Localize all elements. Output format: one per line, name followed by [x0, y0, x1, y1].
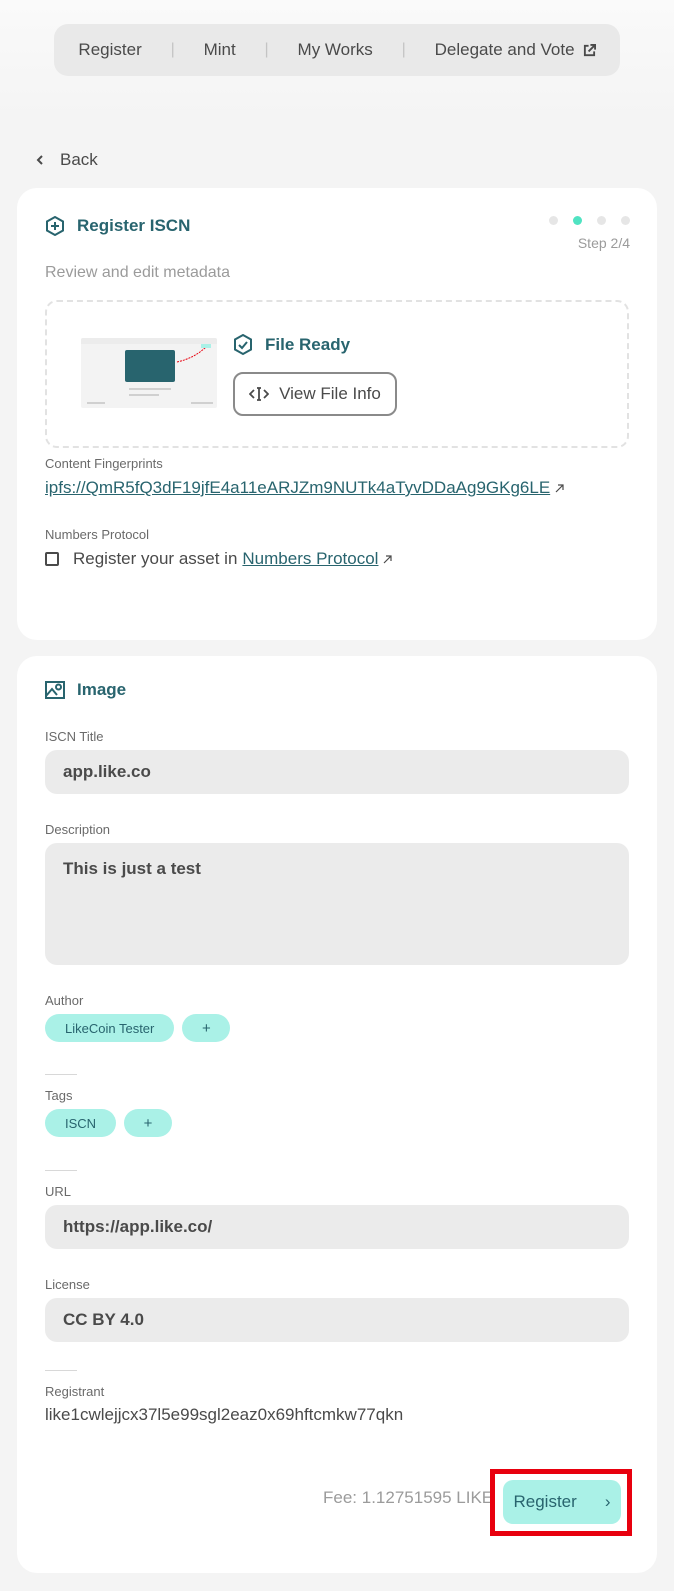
license-label: License — [45, 1277, 90, 1292]
step-dot — [597, 216, 606, 225]
image-header: Image — [45, 680, 126, 700]
tag-chip[interactable]: ISCN — [45, 1109, 117, 1137]
url-label: URL — [45, 1184, 72, 1199]
back-link[interactable]: Back — [36, 150, 98, 170]
description-label: Description — [45, 822, 111, 837]
step-dot-active — [573, 216, 582, 225]
nav-register[interactable]: Register — [78, 40, 141, 60]
url-input[interactable]: https://app.like.co/ — [45, 1205, 629, 1249]
view-file-info-button[interactable]: View File Info — [233, 372, 397, 416]
fee-text: Fee: 1.12751595 LIKE — [323, 1488, 494, 1507]
file-ready-status: File Ready — [233, 334, 350, 356]
nav-delegate-and-vote[interactable]: Delegate and Vote — [435, 40, 596, 60]
license-input[interactable]: CC BY 4.0 — [45, 1298, 629, 1342]
divider — [45, 1074, 77, 1075]
numbers-protocol-text-group: Register your asset in Numbers Protocol — [73, 549, 393, 569]
register-button-label: Register — [513, 1492, 577, 1511]
register-iscn-title: Register ISCN — [77, 216, 191, 235]
add-tag-button[interactable]: + — [124, 1109, 173, 1137]
back-label: Back — [60, 150, 98, 169]
view-file-info-label: View File Info — [279, 384, 381, 403]
author-chip[interactable]: LikeCoin Tester — [45, 1014, 175, 1042]
file-dropzone: File Ready View File Info — [45, 300, 629, 448]
file-ready-label: File Ready — [265, 335, 351, 354]
code-icon — [249, 387, 270, 401]
author-chips: LikeCoin Tester + — [45, 1014, 231, 1042]
page-subtitle: Review and edit metadata — [45, 264, 230, 281]
register-iscn-card: Register ISCN Step 2/4 Review and edit m… — [17, 188, 657, 640]
step-dot — [549, 216, 558, 225]
iscn-title-label: ISCN Title — [45, 729, 104, 744]
fingerprint-row: ipfs://QmR5fQ3dF19jfE4a11eARJZm9NUTk4aTy… — [45, 478, 564, 498]
chevron-left-icon — [36, 155, 43, 165]
add-author-button[interactable]: + — [182, 1014, 231, 1042]
author-label: Author — [45, 993, 84, 1008]
nav-separator: | — [401, 41, 406, 58]
numbers-protocol-text: Register your asset in — [73, 549, 238, 568]
iscn-title-input[interactable]: app.like.co — [45, 750, 629, 794]
divider — [45, 1170, 77, 1171]
numbers-protocol-link[interactable]: Numbers Protocol — [242, 549, 378, 569]
divider — [45, 1370, 77, 1371]
plus-hexagon-icon — [46, 216, 64, 236]
content-fingerprints-label: Content Fingerprints — [45, 456, 163, 471]
numbers-protocol-label: Numbers Protocol — [45, 527, 150, 542]
ipfs-fingerprint-link[interactable]: ipfs://QmR5fQ3dF19jfE4a11eARJZm9NUTk4aTy… — [45, 478, 550, 498]
external-link-icon — [583, 43, 596, 56]
nav-separator: | — [264, 41, 269, 58]
nav-separator: | — [170, 41, 175, 58]
tag-chips: ISCN + — [45, 1109, 173, 1137]
nav-mint[interactable]: Mint — [204, 40, 236, 60]
tags-label: Tags — [45, 1088, 73, 1103]
arrow-up-right-icon — [384, 554, 393, 563]
nav-my-works[interactable]: My Works — [298, 40, 373, 60]
check-hexagon-icon — [234, 334, 252, 356]
image-title: Image — [77, 680, 127, 699]
numbers-protocol-row: Register your asset in Numbers Protocol — [45, 549, 393, 569]
numbers-protocol-checkbox[interactable] — [45, 552, 59, 566]
image-metadata-card: Image ISCN Title app.like.co Description… — [17, 656, 657, 1573]
image-icon — [45, 681, 65, 699]
register-button[interactable]: Register › — [503, 1480, 621, 1524]
nav-delegate-label: Delegate and Vote — [434, 40, 575, 59]
registrant-address: like1cwlejjcx37l5e99sgl2eaz0x69hftcmkw77… — [45, 1405, 404, 1424]
register-iscn-header: Register ISCN — [45, 216, 190, 236]
step-indicator — [549, 216, 630, 225]
step-label: Step 2/4 — [577, 235, 630, 251]
step-dot — [621, 216, 630, 225]
registrant-label: Registrant — [45, 1384, 105, 1399]
arrow-up-right-icon — [555, 483, 564, 492]
description-textarea[interactable]: This is just a test — [45, 843, 629, 965]
file-thumbnail — [81, 338, 217, 408]
chevron-right-icon: › — [604, 1492, 611, 1511]
top-nav: Register | Mint | My Works | Delegate an… — [54, 24, 620, 76]
